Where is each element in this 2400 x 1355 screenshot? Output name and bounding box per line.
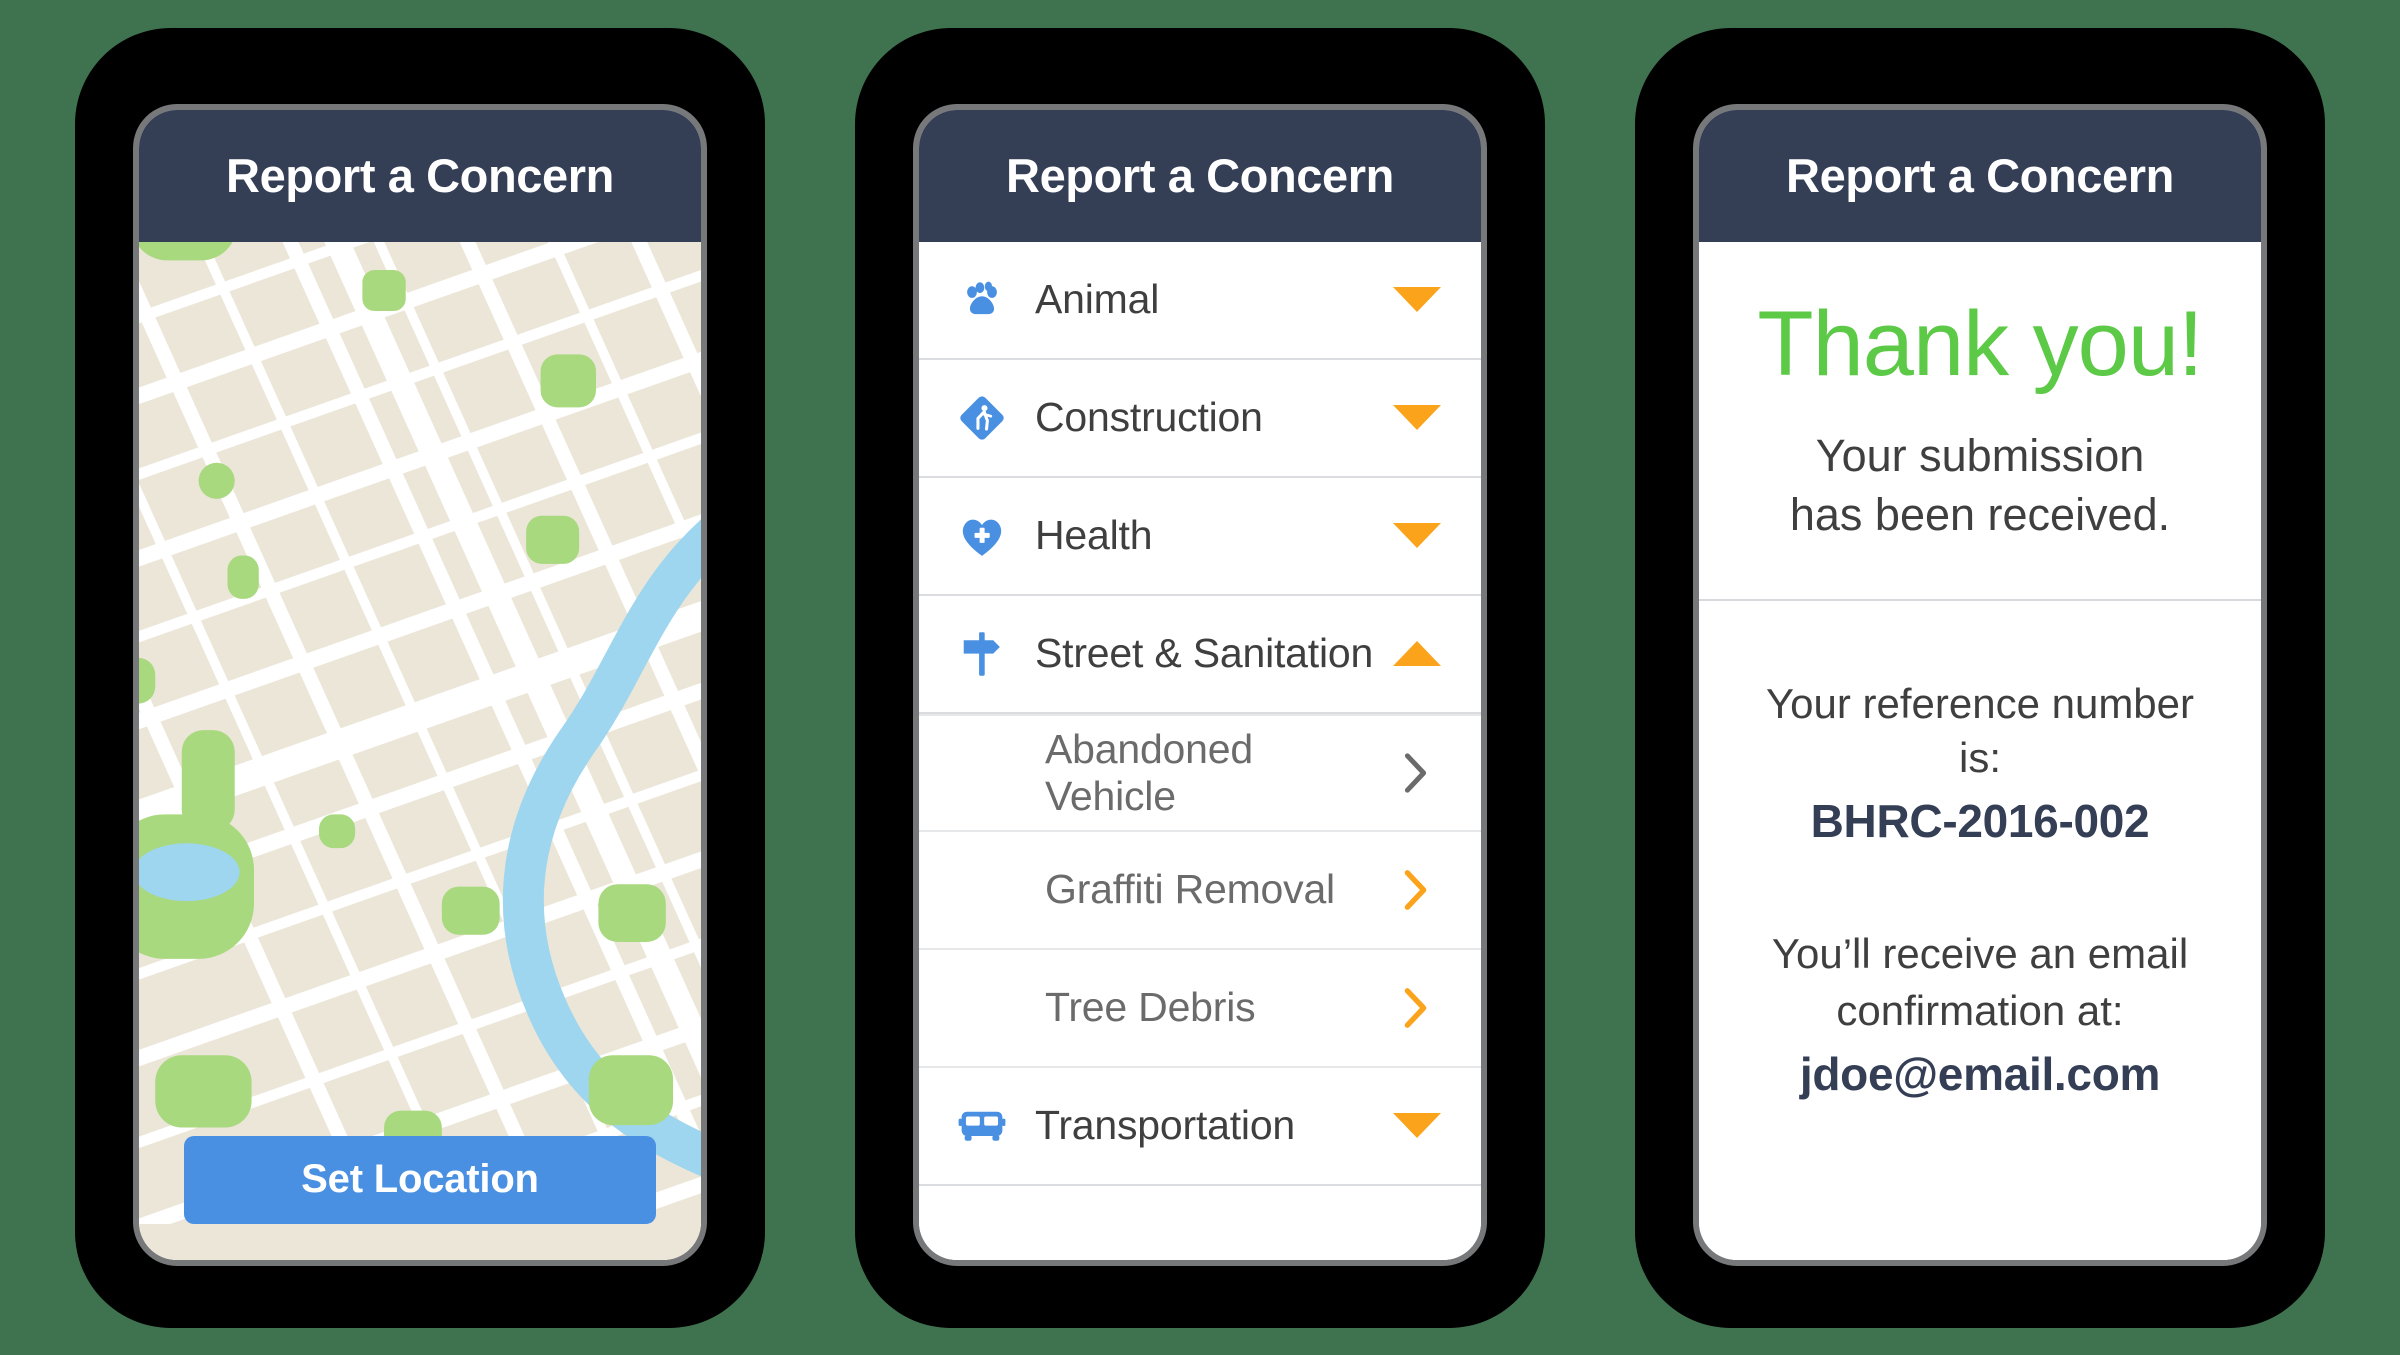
subcategory-label: Graffiti Removal <box>1045 866 1335 912</box>
submission-received-text: Your submission has been received. <box>1751 426 2209 545</box>
category-label: Transportation <box>1035 1102 1296 1148</box>
category-row-animal[interactable]: Animal <box>919 241 1481 360</box>
chevron-down-icon[interactable] <box>1387 287 1447 312</box>
map-street-graphic <box>139 241 701 1224</box>
reference-block: Your reference number is: BHRC-2016-002 <box>1751 677 2209 852</box>
confirmation-body: Thank you! Your submission has been rece… <box>1699 241 2261 1260</box>
reference-number: BHRC-2016-002 <box>1810 795 2150 848</box>
app-title-bar: Report a Concern <box>1699 109 2261 242</box>
page-title: Report a Concern <box>1786 149 2174 202</box>
category-row-construction[interactable]: Construction <box>919 359 1481 478</box>
category-row-street-sanitation[interactable]: Street & Sanitation <box>919 595 1481 714</box>
category-label: Animal <box>1035 276 1160 322</box>
chevron-down-icon[interactable] <box>1387 523 1447 548</box>
signpost-icon <box>945 627 1019 681</box>
set-location-button[interactable]: Set Location <box>183 1135 657 1224</box>
phone-mockup-stage: Report a Concern Set Location Report a C… <box>0 0 2400 1355</box>
category-list: Animal Construction Health Street & Sani… <box>919 241 1481 1260</box>
phone-screen-confirmation: Report a Concern Thank you! Your submiss… <box>1699 109 2261 1260</box>
phone-mockup-map: Report a Concern Set Location <box>75 27 765 1328</box>
category-label: Street & Sanitation <box>1035 630 1374 676</box>
subcategory-row-graffiti-removal[interactable]: Graffiti Removal <box>919 831 1481 950</box>
chevron-down-icon[interactable] <box>1387 405 1447 430</box>
phone-mockup-categories: Report a Concern Animal Construction Hea… <box>855 27 1545 1328</box>
map-canvas[interactable]: Set Location <box>139 241 701 1260</box>
set-location-bar: Set Location <box>139 1100 701 1260</box>
email-label-line-1: You’ll receive an email <box>1771 929 2189 977</box>
chevron-right-icon[interactable] <box>1391 987 1441 1029</box>
email-address: jdoe@email.com <box>1799 1048 2161 1101</box>
category-label: Construction <box>1035 394 1263 440</box>
subcategory-row-abandoned-vehicle[interactable]: Abandoned Vehicle <box>919 713 1481 832</box>
pedestrian-sign-icon <box>945 391 1019 445</box>
subcategory-row-tree-debris[interactable]: Tree Debris <box>919 949 1481 1068</box>
bus-icon <box>945 1100 1019 1152</box>
subcategory-label: Abandoned Vehicle <box>1045 725 1253 819</box>
page-title: Report a Concern <box>226 149 614 202</box>
page-title: Report a Concern <box>1006 149 1394 202</box>
paw-icon <box>945 275 1019 325</box>
heart-plus-icon <box>945 510 1019 562</box>
chevron-up-icon[interactable] <box>1387 641 1447 666</box>
app-title-bar: Report a Concern <box>139 109 701 242</box>
submission-line-1: Your submission <box>1815 430 2145 482</box>
chevron-down-icon[interactable] <box>1387 1113 1447 1138</box>
category-row-health[interactable]: Health <box>919 477 1481 596</box>
email-block: You’ll receive an email confirmation at:… <box>1751 926 2209 1105</box>
confirmation-panel: Thank you! Your submission has been rece… <box>1699 241 2261 1260</box>
map-screen-body: Set Location <box>139 241 701 1260</box>
category-label: Health <box>1035 512 1153 558</box>
phone-screen-map: Report a Concern Set Location <box>139 109 701 1260</box>
subcategory-label: Tree Debris <box>1045 984 1256 1030</box>
divider <box>1699 598 2261 601</box>
reference-label: Your reference number is: <box>1765 679 2195 782</box>
phone-screen-categories: Report a Concern Animal Construction Hea… <box>919 109 1481 1260</box>
chevron-right-icon[interactable] <box>1391 869 1441 911</box>
category-row-transportation[interactable]: Transportation <box>919 1067 1481 1186</box>
chevron-right-icon[interactable] <box>1391 752 1441 794</box>
submission-line-2: has been received. <box>1789 489 2171 541</box>
category-list-body: Animal Construction Health Street & Sani… <box>919 241 1481 1260</box>
phone-mockup-confirmation: Report a Concern Thank you! Your submiss… <box>1635 27 2325 1328</box>
app-title-bar: Report a Concern <box>919 109 1481 242</box>
thank-you-heading: Thank you! <box>1757 292 2203 395</box>
email-label-line-2: confirmation at: <box>1836 986 2124 1034</box>
